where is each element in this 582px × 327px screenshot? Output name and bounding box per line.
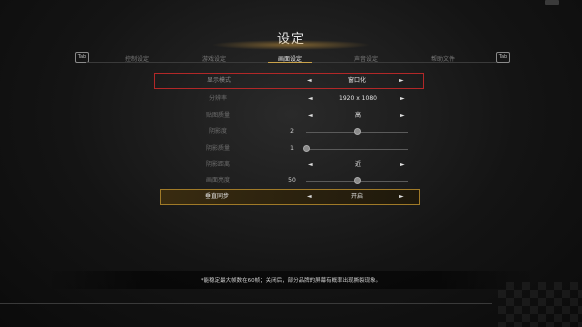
- slider-value: 2: [290, 128, 294, 135]
- slider-value: 50: [288, 177, 296, 184]
- active-tab-underline: [268, 62, 312, 63]
- setting-label: 贴图质量: [205, 112, 230, 119]
- arrow-right-icon[interactable]: ►: [400, 109, 405, 123]
- setting-row-resolution[interactable]: 分辨率 ◄ 1920 x 1080 ►: [156, 92, 422, 106]
- setting-row-display-mode[interactable]: 显示模式 ◄ 窗口化 ►: [154, 73, 424, 89]
- setting-row-texture-quality[interactable]: 贴图质量 ◄ 高 ►: [156, 109, 422, 123]
- title-glow: [211, 40, 371, 50]
- arrow-left-icon[interactable]: ◄: [308, 158, 313, 172]
- tab-game[interactable]: 游戏设定: [184, 54, 244, 63]
- bottom-divider: [0, 303, 492, 304]
- setting-row-shadow-level[interactable]: 阴影度 2: [156, 125, 422, 139]
- slider-track[interactable]: [306, 148, 408, 150]
- setting-label: 分辨率: [208, 95, 227, 102]
- setting-row-vsync[interactable]: 垂直同步 ◄ 开启 ►: [160, 189, 420, 205]
- setting-label: 垂直同步: [204, 193, 229, 200]
- setting-value: 1920 x 1080: [339, 95, 377, 102]
- setting-label: 画面亮度: [205, 177, 230, 184]
- slider-value: 1: [290, 145, 294, 152]
- settings-panel: 显示模式 ◄ 窗口化 ► 分辨率 ◄ 1920 x 1080 ► 贴图质量 ◄ …: [154, 72, 426, 212]
- setting-value: 开启: [350, 193, 363, 200]
- arrow-right-icon[interactable]: ►: [400, 158, 405, 172]
- setting-label: 显示模式: [206, 77, 231, 84]
- setting-row-brightness[interactable]: 画面亮度 50: [156, 174, 422, 188]
- tab-right-key[interactable]: Tab: [496, 52, 510, 63]
- setting-label: 阴影质量: [205, 145, 230, 152]
- arrow-right-icon[interactable]: ►: [399, 190, 404, 204]
- tab-sound[interactable]: 声音设定: [336, 54, 396, 63]
- watermark: [498, 282, 582, 327]
- arrow-left-icon[interactable]: ◄: [307, 190, 312, 204]
- slider-knob[interactable]: [353, 128, 361, 135]
- window-corner-button[interactable]: [545, 0, 559, 5]
- tab-help[interactable]: 帮助文件: [413, 54, 473, 63]
- arrow-left-icon[interactable]: ◄: [308, 92, 313, 106]
- tab-controls[interactable]: 控制设定: [107, 54, 167, 63]
- footer-hint: *能稳定最大帧数在60帧；关闭后，部分品牌的屏幕有概率出现撕裂现象。: [200, 278, 382, 284]
- arrow-right-icon[interactable]: ►: [399, 74, 404, 88]
- slider-knob[interactable]: [353, 177, 361, 184]
- setting-row-shadow-distance[interactable]: 阴影距离 ◄ 近 ►: [156, 158, 422, 172]
- arrow-right-icon[interactable]: ►: [400, 92, 405, 106]
- setting-value: 高: [354, 112, 361, 119]
- setting-label: 阴影距离: [205, 161, 230, 168]
- slider-knob[interactable]: [302, 145, 310, 152]
- setting-label: 阴影度: [208, 128, 227, 135]
- arrow-left-icon[interactable]: ◄: [307, 74, 312, 88]
- setting-value: 窗口化: [347, 77, 366, 84]
- arrow-left-icon[interactable]: ◄: [308, 109, 313, 123]
- setting-value: 近: [354, 161, 361, 168]
- setting-row-shadow-quality[interactable]: 阴影质量 1: [156, 142, 422, 156]
